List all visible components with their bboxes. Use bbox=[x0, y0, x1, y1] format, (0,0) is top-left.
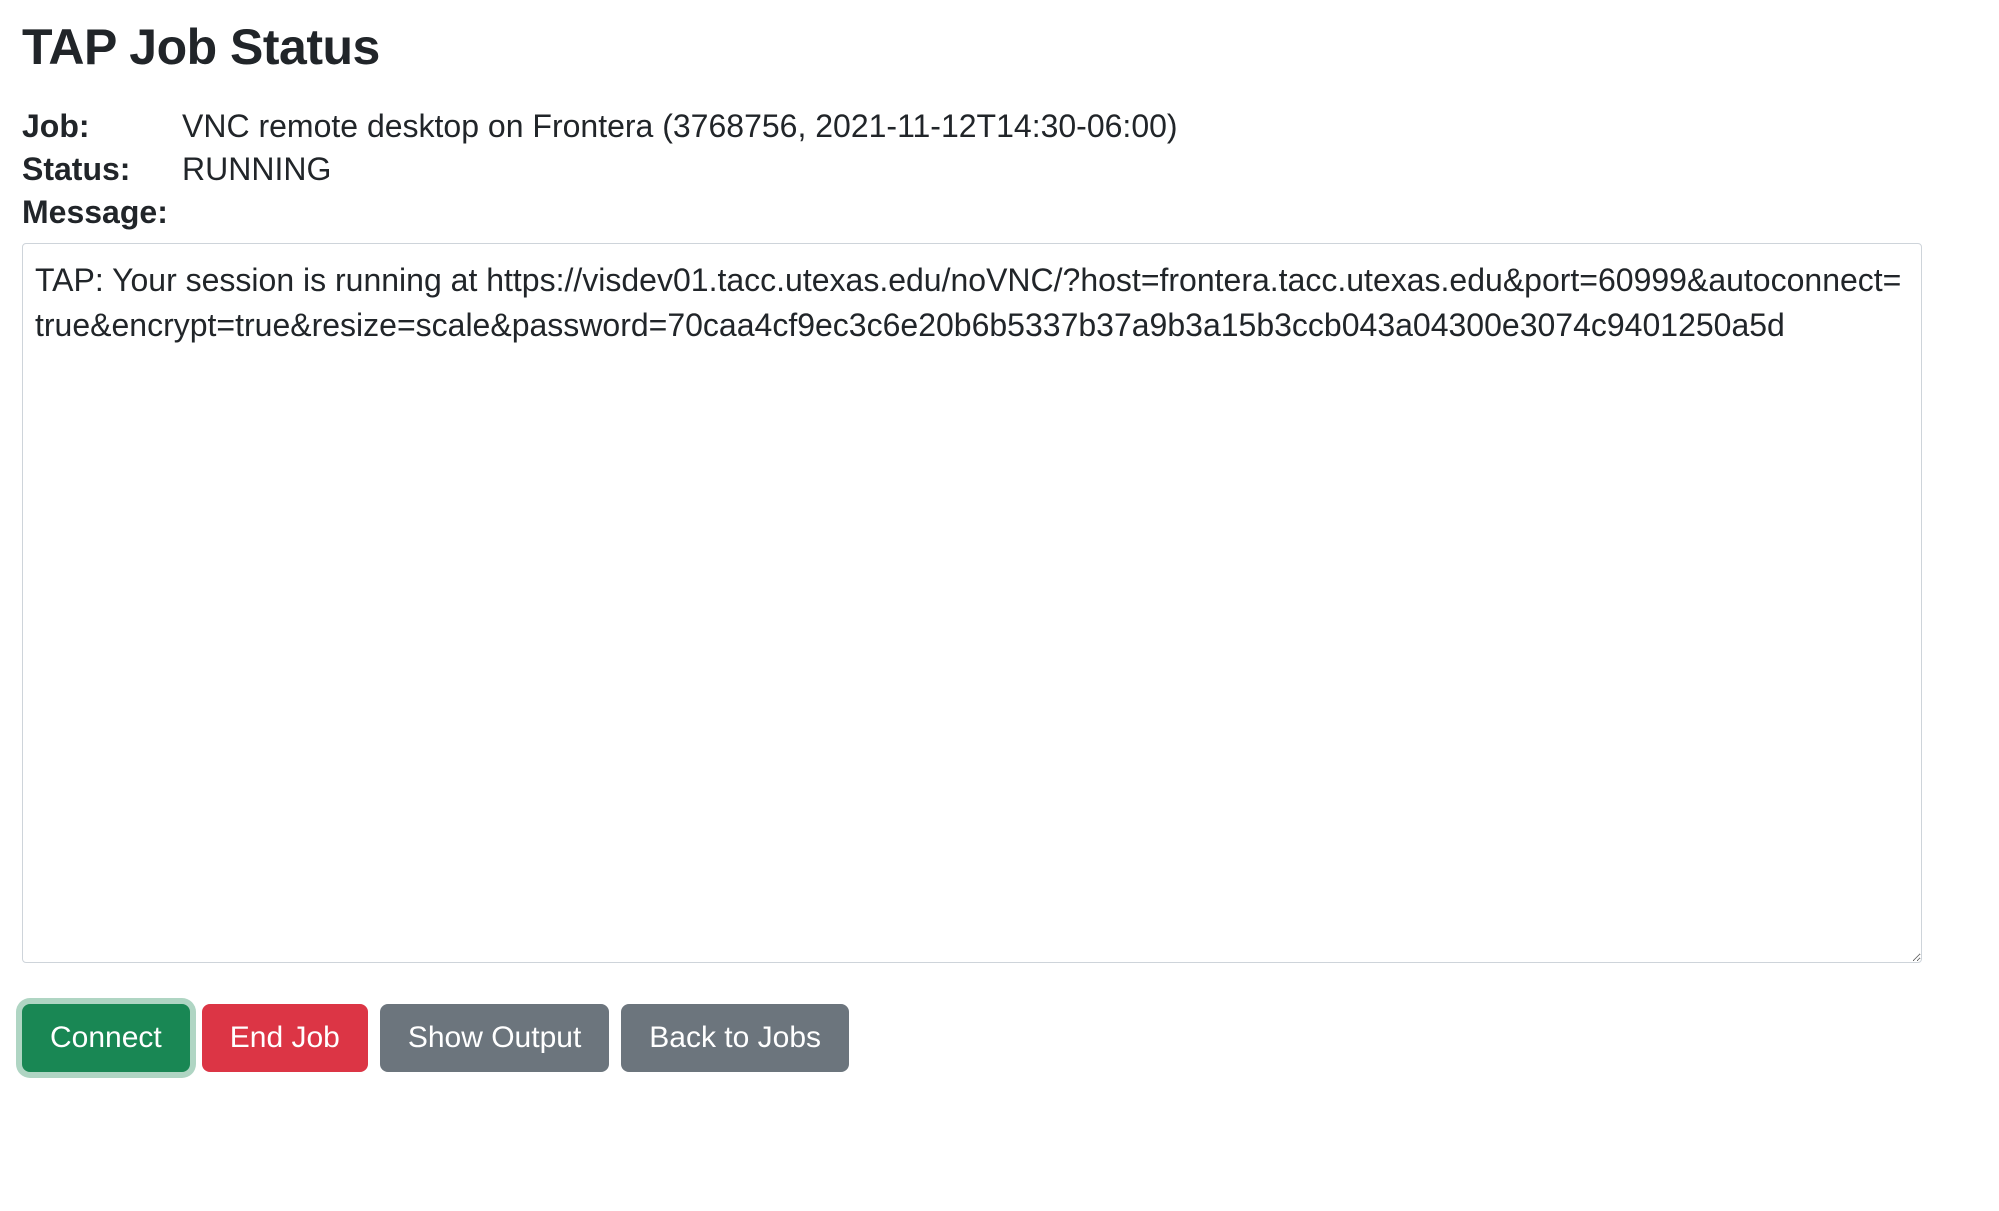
message-textarea[interactable] bbox=[22, 243, 1922, 963]
status-label: Status: bbox=[22, 151, 182, 188]
job-info-table: Job: VNC remote desktop on Frontera (376… bbox=[22, 108, 1977, 231]
show-output-button[interactable]: Show Output bbox=[380, 1004, 609, 1072]
message-row: Message: bbox=[22, 194, 1977, 231]
connect-button[interactable]: Connect bbox=[22, 1004, 190, 1072]
job-row: Job: VNC remote desktop on Frontera (376… bbox=[22, 108, 1977, 145]
status-row: Status: RUNNING bbox=[22, 151, 1977, 188]
status-value: RUNNING bbox=[182, 151, 331, 188]
job-value: VNC remote desktop on Frontera (3768756,… bbox=[182, 108, 1178, 145]
action-button-row: Connect End Job Show Output Back to Jobs bbox=[22, 1004, 1977, 1072]
message-label: Message: bbox=[22, 194, 182, 231]
end-job-button[interactable]: End Job bbox=[202, 1004, 368, 1072]
page-title: TAP Job Status bbox=[22, 18, 1977, 76]
job-label: Job: bbox=[22, 108, 182, 145]
back-to-jobs-button[interactable]: Back to Jobs bbox=[621, 1004, 849, 1072]
